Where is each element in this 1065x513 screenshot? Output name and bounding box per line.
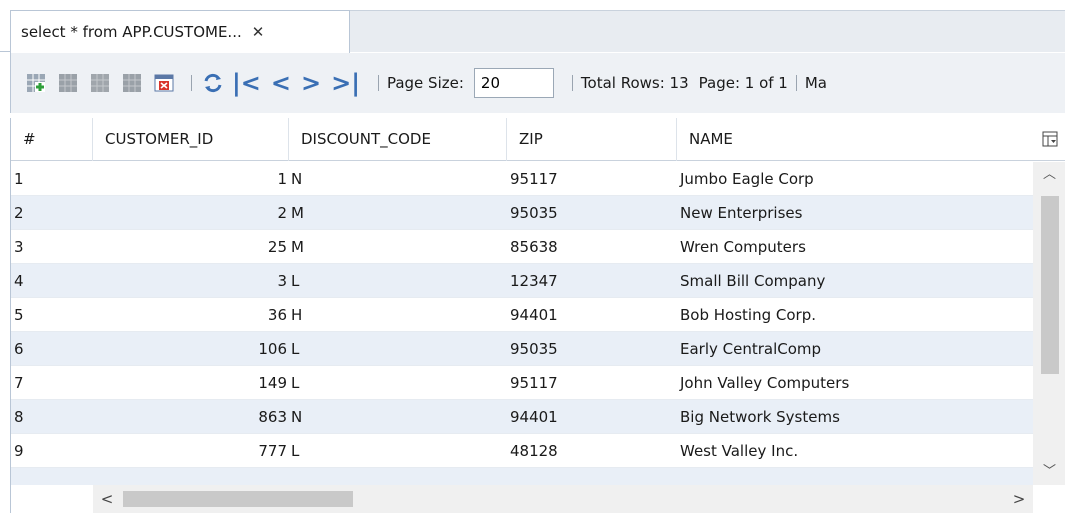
max-rows-label: Ma [804, 74, 827, 92]
zip-cell[interactable]: 95117 [507, 366, 677, 400]
customer-id-cell[interactable]: 106 [93, 332, 289, 366]
next-page-icon[interactable]: > [301, 71, 321, 95]
discount-code-cell[interactable]: N [289, 162, 507, 196]
page-indicator: Page: 1 of 1 [698, 74, 788, 92]
table-row[interactable]: 4 3 L 12347 Small Bill Company [11, 264, 1033, 298]
customer-id-cell[interactable]: 149 [93, 366, 289, 400]
row-index-cell: 7 [14, 374, 24, 392]
horizontal-scrollbar[interactable]: < > [93, 485, 1033, 513]
tab-strip-background [350, 10, 1065, 52]
row-index-cell: 9 [14, 442, 24, 460]
row-index-cell: 5 [14, 306, 24, 324]
grid-rows: 1 1 N 95117 Jumbo Eagle Corp 2 2 M 95035… [11, 162, 1033, 485]
editor-tab-strip: select * from APP.CUSTOME... ✕ [0, 0, 1065, 53]
customer-id-cell[interactable]: 25 [93, 230, 289, 264]
previous-page-icon[interactable]: < [271, 71, 291, 95]
row-index-cell: 1 [14, 170, 24, 188]
discount-code-cell[interactable]: L [289, 434, 507, 468]
name-cell[interactable]: Jumbo Eagle Corp [677, 162, 1033, 196]
first-page-icon[interactable]: |< [232, 71, 261, 95]
customer-id-cell[interactable]: 36 [93, 298, 289, 332]
customer-id-cell[interactable]: 863 [93, 400, 289, 434]
truncate-table-icon[interactable] [151, 70, 177, 96]
tab-title: select * from APP.CUSTOME... [21, 23, 242, 41]
zip-cell[interactable]: 95117 [507, 162, 677, 196]
last-page-icon[interactable]: >| [331, 71, 360, 95]
table-row[interactable]: 3 25 M 85638 Wren Computers [11, 230, 1033, 264]
customer-id-cell[interactable]: 3 [93, 264, 289, 298]
table-row[interactable]: 9 777 L 48128 West Valley Inc. [11, 434, 1033, 468]
toolbar-separator [795, 75, 797, 91]
discount-code-cell[interactable]: N [289, 400, 507, 434]
column-header-discount-code[interactable]: DISCOUNT_CODE [289, 118, 507, 161]
table-row[interactable]: 2 2 M 95035 New Enterprises [11, 196, 1033, 230]
scroll-left-icon[interactable]: < [97, 485, 117, 513]
row-index-cell: 3 [14, 238, 24, 256]
query-result-tab[interactable]: select * from APP.CUSTOME... ✕ [10, 10, 350, 53]
page-size-label: Page Size: [386, 74, 464, 92]
discount-code-cell[interactable]: L [289, 332, 507, 366]
row-index-cell: 6 [14, 340, 24, 358]
discount-code-cell[interactable]: L [289, 264, 507, 298]
table-row-partial[interactable] [11, 468, 1033, 485]
discount-code-cell[interactable]: H [289, 298, 507, 332]
toolbar-separator [191, 75, 192, 91]
column-header-index[interactable]: # [11, 118, 93, 161]
name-cell[interactable]: Early CentralComp [677, 332, 1033, 366]
page-size-input[interactable] [473, 68, 554, 98]
zip-cell[interactable]: 94401 [507, 298, 677, 332]
toolbar-separator [377, 75, 379, 91]
discount-code-cell[interactable]: M [289, 196, 507, 230]
table-row[interactable]: 6 106 L 95035 Early CentralComp [11, 332, 1033, 366]
column-header-name[interactable]: NAME [677, 118, 1033, 161]
grid-header: # CUSTOMER_ID DISCOUNT_CODE ZIP NAME [11, 118, 1033, 161]
row-index-cell: 8 [14, 408, 24, 426]
scroll-down-icon[interactable]: ﹀ [1033, 461, 1065, 483]
zip-cell[interactable]: 95035 [507, 196, 677, 230]
zip-cell[interactable]: 48128 [507, 434, 677, 468]
close-icon[interactable]: ✕ [252, 23, 265, 41]
scroll-right-icon[interactable]: > [1009, 485, 1029, 513]
commit-icon[interactable] [87, 70, 113, 96]
name-cell[interactable]: Big Network Systems [677, 400, 1033, 434]
horizontal-scroll-thumb[interactable] [123, 491, 353, 507]
table-row[interactable]: 8 863 N 94401 Big Network Systems [11, 400, 1033, 434]
scroll-up-icon[interactable]: ︿ [1033, 164, 1065, 186]
refresh-icon[interactable] [200, 70, 226, 96]
table-row[interactable]: 7 149 L 95117 John Valley Computers [11, 366, 1033, 400]
row-index-cell: 4 [14, 272, 24, 290]
result-toolbar: |< < > >| Page Size: Total Rows: 13 Page… [10, 53, 1065, 113]
name-cell[interactable]: Wren Computers [677, 230, 1033, 264]
name-cell[interactable]: Small Bill Company [677, 264, 1033, 298]
table-row[interactable]: 5 36 H 94401 Bob Hosting Corp. [11, 298, 1033, 332]
table-row[interactable]: 1 1 N 95117 Jumbo Eagle Corp [11, 162, 1033, 196]
zip-cell[interactable]: 12347 [507, 264, 677, 298]
row-index-cell: 2 [14, 204, 24, 222]
result-grid: # CUSTOMER_ID DISCOUNT_CODE ZIP NAME 1 1… [10, 118, 1065, 513]
name-cell[interactable]: West Valley Inc. [677, 434, 1033, 468]
zip-cell[interactable]: 94401 [507, 400, 677, 434]
discount-code-cell[interactable]: L [289, 366, 507, 400]
cancel-edits-icon[interactable] [119, 70, 145, 96]
name-cell[interactable]: John Valley Computers [677, 366, 1033, 400]
customer-id-cell[interactable]: 2 [93, 196, 289, 230]
name-cell[interactable]: New Enterprises [677, 196, 1033, 230]
toolbar-separator [571, 75, 573, 91]
zip-cell[interactable]: 95035 [507, 332, 677, 366]
discount-code-cell[interactable]: M [289, 230, 507, 264]
column-header-zip[interactable]: ZIP [507, 118, 677, 161]
customer-id-cell[interactable]: 1 [93, 162, 289, 196]
vertical-scroll-thumb[interactable] [1041, 196, 1059, 374]
column-chooser-icon[interactable] [1033, 118, 1065, 161]
insert-record-icon[interactable] [23, 70, 49, 96]
zip-cell[interactable]: 85638 [507, 230, 677, 264]
vertical-scrollbar[interactable]: ︿ ﹀ [1033, 162, 1065, 485]
total-rows-label: Total Rows: 13 [580, 74, 689, 92]
delete-record-icon[interactable] [55, 70, 81, 96]
customer-id-cell[interactable]: 777 [93, 434, 289, 468]
name-cell[interactable]: Bob Hosting Corp. [677, 298, 1033, 332]
column-header-customer-id[interactable]: CUSTOMER_ID [93, 118, 289, 161]
